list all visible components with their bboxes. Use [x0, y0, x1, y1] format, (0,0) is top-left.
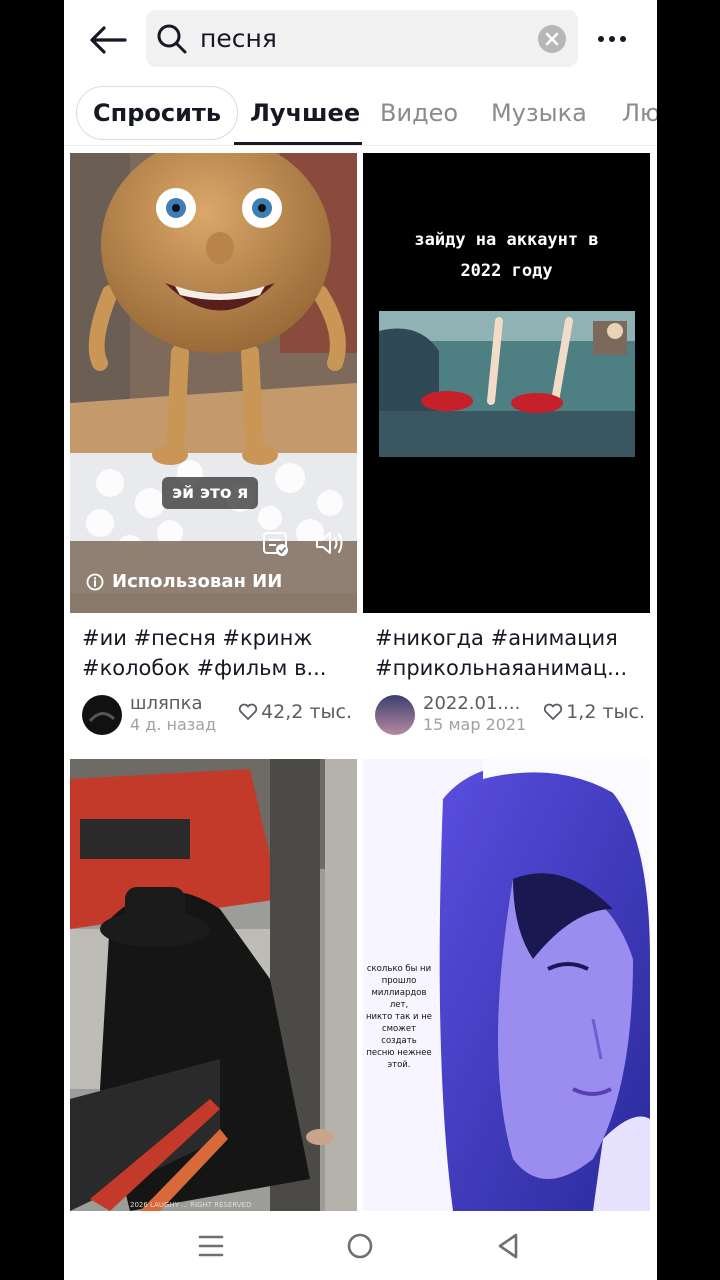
- video-card[interactable]: 2026 LAUGHY ... RIGHT RESERVED: [70, 759, 357, 1211]
- video-overlay-text: эй это я: [162, 477, 259, 509]
- search-query[interactable]: песня: [200, 24, 277, 53]
- top-bar: песня: [64, 0, 657, 78]
- back-triangle-icon: [498, 1233, 518, 1259]
- video-thumbnail[interactable]: сколько бы ни прошло миллиардов лет, ник…: [363, 759, 650, 1211]
- caption-icon: [263, 532, 288, 556]
- username[interactable]: шляпка: [130, 693, 202, 714]
- recent-apps-button[interactable]: [194, 1229, 228, 1263]
- more-button[interactable]: [592, 24, 632, 54]
- search-icon: [157, 24, 187, 54]
- post-date: 15 мар 2021: [423, 715, 527, 734]
- search-tabs: Спросить Лучшее Видео Музыка Лю: [64, 84, 657, 146]
- volume-icon[interactable]: [314, 529, 346, 557]
- caption-line: #никогда #анимация: [375, 626, 618, 650]
- info-icon: [86, 573, 104, 590]
- tab-music[interactable]: Музыка: [491, 84, 587, 142]
- back-arrow-icon: [90, 26, 127, 54]
- back-button[interactable]: [86, 18, 130, 62]
- video-card[interactable]: зайду на аккаунт в 2022 году #никогда #а…: [363, 153, 650, 751]
- active-tab-indicator: [234, 142, 362, 145]
- video-overlay-text: сколько бы ни прошло миллиардов лет, ник…: [365, 964, 433, 1070]
- video-caption[interactable]: #никогда #анимация #прикольнаяанимац...: [375, 623, 645, 683]
- avatar[interactable]: [375, 695, 415, 735]
- home-button[interactable]: [343, 1229, 377, 1263]
- tab-ask[interactable]: Спросить: [76, 86, 238, 140]
- video-watermark: 2026 LAUGHY ... RIGHT RESERVED: [130, 1201, 252, 1209]
- caption-line: #ии #песня #кринж: [82, 626, 313, 650]
- system-navigation-bar: [64, 1211, 657, 1280]
- thumbnail-image: [70, 759, 357, 1211]
- video-card[interactable]: эй это я Использован ИИ #ии #песня #крин…: [70, 153, 357, 751]
- video-caption[interactable]: #ии #песня #кринж #колобок #фильм в...: [82, 623, 352, 683]
- system-back-button[interactable]: [491, 1229, 525, 1263]
- video-thumbnail[interactable]: 2026 LAUGHY ... RIGHT RESERVED: [70, 759, 357, 1211]
- tab-top[interactable]: Лучшее: [250, 84, 360, 142]
- video-thumbnail[interactable]: эй это я Использован ИИ: [70, 153, 357, 613]
- tab-video[interactable]: Видео: [380, 84, 458, 142]
- search-field[interactable]: песня: [146, 10, 578, 67]
- video-card[interactable]: сколько бы ни прошло миллиардов лет, ник…: [363, 759, 650, 1211]
- screen: песня Спросить Лучшее Видео Музыка Лю эй…: [64, 0, 657, 1280]
- clear-icon: [545, 32, 559, 46]
- tab-people[interactable]: Лю: [622, 84, 657, 142]
- video-thumbnail[interactable]: зайду на аккаунт в 2022 году: [363, 153, 650, 613]
- like-count: 1,2 тыс.: [543, 701, 645, 723]
- like-count: 42,2 тыс.: [238, 701, 352, 723]
- video-meta: шляпка 4 д. назад 42,2 тыс.: [82, 693, 352, 737]
- more-icon: [598, 36, 604, 42]
- home-circle-icon: [347, 1233, 373, 1259]
- post-date: 4 д. назад: [130, 715, 217, 734]
- caption-line: #прикольнаяанимац...: [375, 656, 628, 680]
- ai-used-text: Использован ИИ: [112, 571, 283, 592]
- clear-search-button[interactable]: [538, 25, 566, 53]
- avatar[interactable]: [82, 695, 122, 735]
- video-meta: 2022.01.... 15 мар 2021 1,2 тыс.: [375, 693, 645, 737]
- username[interactable]: 2022.01....: [423, 693, 520, 714]
- heart-icon: [238, 703, 258, 720]
- video-overlay-text: зайду на аккаунт в 2022 году: [414, 230, 599, 281]
- heart-icon: [544, 703, 563, 720]
- menu-icon: [198, 1235, 224, 1257]
- ai-used-label: Использован ИИ: [86, 571, 282, 592]
- thumbnail-image: [379, 311, 635, 457]
- caption-line: #колобок #фильм в...: [82, 656, 327, 680]
